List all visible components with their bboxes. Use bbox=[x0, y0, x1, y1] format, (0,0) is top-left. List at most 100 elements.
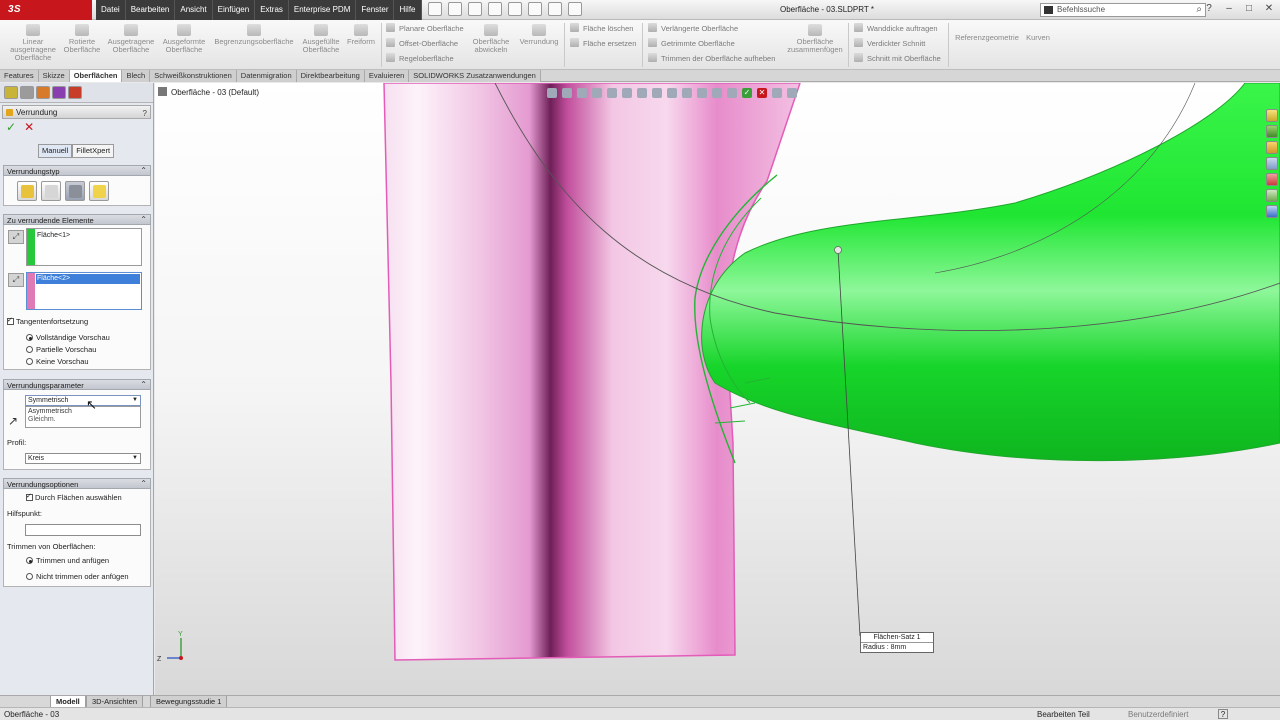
thicken-button[interactable]: Wanddicke auftragen bbox=[854, 22, 938, 36]
confirm-cancel-icon[interactable]: ✕ bbox=[757, 88, 767, 98]
variable-size-fillet-button[interactable] bbox=[41, 181, 61, 201]
swept-surface-button[interactable]: Ausgetragene Oberfläche bbox=[104, 24, 158, 54]
curves-button[interactable]: Kurven bbox=[1024, 34, 1052, 42]
untrim-surface-button[interactable]: Trimmen der Oberfläche aufheben bbox=[648, 52, 775, 66]
options-icon[interactable] bbox=[568, 2, 582, 16]
reference-geometry-button[interactable]: Referenzgeometrie bbox=[952, 34, 1022, 42]
menu-fenster[interactable]: Fenster bbox=[356, 0, 395, 20]
feature-tree-icon[interactable] bbox=[4, 86, 18, 99]
graphics-area[interactable]: Y Z Oberfläche - 03 (Default) ✓ ✕ Fläche… bbox=[155, 83, 1280, 695]
face-2-item[interactable]: Fläche<2> bbox=[37, 275, 70, 282]
no-preview-radio[interactable]: Keine Vorschau bbox=[26, 357, 89, 367]
display-style-icon[interactable] bbox=[622, 88, 632, 98]
radius-handle[interactable] bbox=[834, 246, 842, 254]
zoom-area-icon[interactable] bbox=[562, 88, 572, 98]
close-button[interactable]: ✕ bbox=[1262, 2, 1276, 16]
view-palette-icon[interactable] bbox=[1266, 157, 1278, 170]
fillet-button[interactable]: Verrundung bbox=[516, 24, 562, 46]
collapse-icon[interactable]: ⌃ bbox=[140, 478, 147, 489]
constant-size-fillet-button[interactable] bbox=[17, 181, 37, 201]
status-help-icon[interactable]: ? bbox=[1218, 709, 1228, 719]
dimxpert-icon[interactable] bbox=[52, 86, 66, 99]
resources-icon[interactable] bbox=[1266, 109, 1278, 122]
fillet-method-dropdown[interactable]: Symmetrisch ▼ bbox=[25, 395, 141, 406]
lofted-surface-button[interactable]: Ausgeformte Oberfläche bbox=[160, 24, 208, 54]
property-manager-icon[interactable] bbox=[20, 86, 34, 99]
asymmetric-option[interactable]: Asymmetrisch bbox=[28, 408, 138, 416]
collapse-icon[interactable]: ⌃ bbox=[140, 379, 147, 390]
confirm-check-icon[interactable]: ✓ bbox=[742, 88, 752, 98]
command-search-input[interactable]: Befehlssuche ⌕ bbox=[1040, 3, 1206, 17]
radius-callout[interactable]: Flächen-Satz 1 Radius : 8mm bbox=[860, 632, 934, 653]
full-round-fillet-button[interactable] bbox=[89, 181, 109, 201]
delete-face-button[interactable]: Fläche löschen bbox=[570, 22, 633, 36]
select-icon[interactable] bbox=[528, 2, 542, 16]
tab-datenmigration[interactable]: Datenmigration bbox=[236, 70, 297, 82]
face-fillet-button[interactable] bbox=[65, 181, 85, 201]
select-through-faces-checkbox[interactable]: Durch Flächen auswählen bbox=[26, 492, 122, 503]
solidworks-forum-icon[interactable] bbox=[1266, 205, 1278, 218]
manual-button[interactable]: Manuell bbox=[38, 144, 73, 158]
tab-features[interactable]: Features bbox=[0, 70, 39, 82]
menu-hilfe[interactable]: Hilfe bbox=[394, 0, 422, 20]
partial-preview-radio[interactable]: Partielle Vorschau bbox=[26, 345, 96, 355]
extruded-surface-button[interactable]: Linear ausgetragene Oberfläche bbox=[6, 24, 60, 62]
filled-surface-button[interactable]: Ausgefüllte Oberfläche bbox=[300, 24, 342, 54]
custom-properties-icon[interactable] bbox=[1266, 189, 1278, 202]
items-to-fillet-header[interactable]: Zu verrundende Elemente ⌃ bbox=[3, 214, 151, 225]
checkbox[interactable] bbox=[26, 492, 33, 502]
filletxpert-button[interactable]: FilletXpert bbox=[72, 144, 115, 158]
app-logo[interactable]: 3S SOLIDWORKS bbox=[0, 0, 92, 35]
rotate-icon[interactable] bbox=[697, 88, 707, 98]
menu-einfuegen[interactable]: Einfügen bbox=[212, 0, 256, 20]
feature-tree-flyout[interactable]: Oberfläche - 03 (Default) bbox=[158, 87, 259, 97]
rebuild-icon[interactable] bbox=[548, 2, 562, 16]
file-explorer-icon[interactable] bbox=[1266, 141, 1278, 154]
trim-surface-button[interactable]: Getrimmte Oberfläche bbox=[648, 37, 735, 51]
uniform-option[interactable]: Gleichm. bbox=[28, 416, 138, 424]
maximize-button[interactable]: □ bbox=[1242, 2, 1256, 16]
display-manager-icon[interactable] bbox=[68, 86, 82, 99]
section-view-icon[interactable] bbox=[592, 88, 602, 98]
extend-surface-button[interactable]: Verlängerte Oberfläche bbox=[648, 22, 738, 36]
menu-enterprise-pdm[interactable]: Enterprise PDM bbox=[288, 0, 357, 20]
view-orientation-icon[interactable] bbox=[607, 88, 617, 98]
radio[interactable] bbox=[26, 573, 33, 580]
revolved-surface-button[interactable]: Rotierte Oberfläche bbox=[62, 24, 102, 54]
zoom-to-fit-icon[interactable] bbox=[547, 88, 557, 98]
freeform-button[interactable]: Freiform bbox=[344, 24, 378, 46]
tangent-propagation-checkbox[interactable]: Tangentenfortsetzung bbox=[7, 316, 88, 327]
no-trim-radio[interactable]: Nicht trimmen oder anfügen bbox=[26, 572, 129, 582]
face-1-item[interactable]: Fläche<1> bbox=[37, 232, 70, 239]
face-set-2-list[interactable]: Fläche<2> bbox=[26, 272, 142, 310]
green-surface[interactable] bbox=[701, 83, 1280, 462]
design-library-icon[interactable] bbox=[1266, 125, 1278, 138]
view-settings-icon[interactable] bbox=[682, 88, 692, 98]
radio[interactable] bbox=[26, 358, 33, 365]
menu-datei[interactable]: Datei bbox=[96, 0, 126, 20]
ok-button[interactable]: ✓ bbox=[6, 121, 16, 133]
flatten-surface-button[interactable]: Oberfläche abwickeln bbox=[468, 24, 514, 54]
minimize-button[interactable]: – bbox=[1222, 2, 1236, 16]
knit-surface-button[interactable]: Oberfläche zusammenfügen bbox=[784, 24, 846, 54]
ruled-surface-button[interactable]: Regeloberfläche bbox=[386, 52, 454, 66]
callout-radius-value[interactable]: Radius : 8mm bbox=[861, 643, 933, 652]
helppoint-input[interactable] bbox=[25, 524, 141, 536]
offset-surface-button[interactable]: Offset-Oberfläche bbox=[386, 37, 458, 51]
redo-icon[interactable] bbox=[727, 88, 737, 98]
undo-icon[interactable] bbox=[712, 88, 722, 98]
radio[interactable] bbox=[26, 346, 33, 353]
print-icon[interactable] bbox=[488, 2, 502, 16]
help-icon[interactable]: ? bbox=[1202, 2, 1216, 16]
model-viewport[interactable]: Y Z bbox=[155, 83, 1280, 695]
planar-surface-button[interactable]: Planare Oberfläche bbox=[386, 22, 464, 36]
open-icon[interactable] bbox=[448, 2, 462, 16]
previous-view-icon[interactable] bbox=[577, 88, 587, 98]
expand-icon[interactable] bbox=[787, 88, 797, 98]
fillet-method-list[interactable]: Asymmetrisch Gleichm. bbox=[25, 406, 141, 428]
new-document-icon[interactable] bbox=[428, 2, 442, 16]
tab-direktbearbeitung[interactable]: Direktbearbeitung bbox=[296, 70, 365, 82]
trim-and-attach-radio[interactable]: Trimmen und anfügen bbox=[26, 556, 109, 566]
fillet-parameters-header[interactable]: Verrundungsparameter ⌃ bbox=[3, 379, 151, 390]
fillet-options-header[interactable]: Verrundungsoptionen ⌃ bbox=[3, 478, 151, 489]
